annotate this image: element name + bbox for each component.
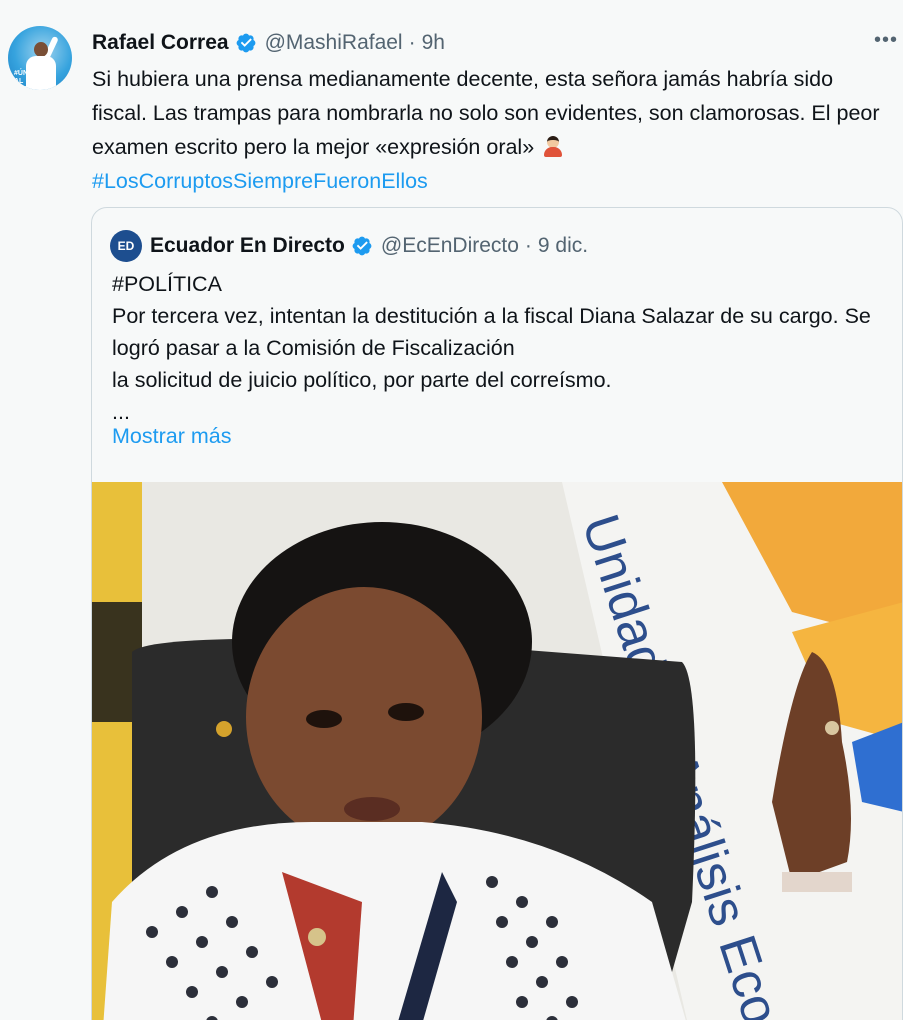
author-handle[interactable]: @MashiRafael bbox=[265, 31, 403, 55]
author-name[interactable]: Rafael Correa bbox=[92, 31, 229, 55]
avatar-caption: #ÚNETE AL RC5 bbox=[14, 70, 42, 90]
avatar-figure-head bbox=[34, 42, 48, 57]
quoted-line-continued: la solicitud de juicio político, por par… bbox=[112, 368, 612, 392]
quoted-line-main: Por tercera vez, intentan la destitución… bbox=[112, 304, 871, 360]
quoted-verified-badge-icon[interactable] bbox=[351, 235, 373, 257]
author-avatar[interactable]: #ÚNETE AL RC5 bbox=[8, 26, 72, 90]
quoted-author-name[interactable]: Ecuador En Directo bbox=[150, 234, 345, 258]
photo-illustration: Unidad de Análisis Eco bbox=[92, 482, 902, 1020]
person-facepalming-emoji-icon bbox=[542, 135, 564, 157]
tweet[interactable]: #ÚNETE AL RC5 Rafael Correa @MashiRafael… bbox=[0, 0, 903, 1020]
quoted-header-separator: · bbox=[524, 234, 532, 257]
tweet-time[interactable]: 9h bbox=[422, 31, 445, 55]
verified-badge-icon[interactable] bbox=[235, 32, 257, 54]
quoted-tweet[interactable]: ED Ecuador En Directo @EcEnDirecto · 9 d… bbox=[91, 207, 903, 1020]
quoted-tweet-body: #POLÍTICA Por tercera vez, intentan la d… bbox=[112, 268, 882, 428]
tweet-body: Si hubiera una prensa medianamente decen… bbox=[92, 62, 892, 198]
quoted-tweet-image[interactable]: Unidad de Análisis Eco bbox=[92, 482, 902, 1020]
more-options-icon[interactable]: ••• bbox=[874, 30, 898, 50]
header-separator: · bbox=[408, 31, 416, 54]
show-more-link[interactable]: Mostrar más bbox=[112, 424, 231, 449]
quoted-tweet-header: ED Ecuador En Directo @EcEnDirecto · 9 d… bbox=[110, 230, 588, 262]
tweet-text: Si hubiera una prensa medianamente decen… bbox=[92, 67, 880, 159]
quoted-author-handle[interactable]: @EcEnDirecto bbox=[381, 234, 519, 258]
quoted-tweet-time[interactable]: 9 dic. bbox=[538, 234, 588, 258]
quoted-line-hashtag: #POLÍTICA bbox=[112, 272, 222, 296]
hashtag-link[interactable]: #LosCorruptosSiempreFueronEllos bbox=[92, 169, 428, 193]
quoted-author-avatar[interactable]: ED bbox=[110, 230, 142, 262]
tweet-header: Rafael Correa @MashiRafael · 9h bbox=[92, 30, 445, 56]
